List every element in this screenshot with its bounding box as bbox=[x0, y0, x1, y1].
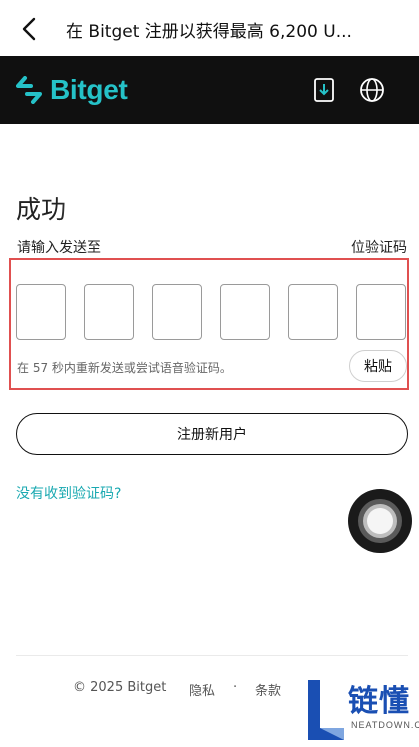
verification-code-inputs bbox=[16, 284, 408, 340]
obscured-region bbox=[72, 182, 362, 230]
obscured-email bbox=[109, 235, 354, 257]
watermark-logo-icon bbox=[308, 680, 344, 740]
code-digit-4[interactable] bbox=[220, 284, 270, 340]
back-button[interactable] bbox=[14, 14, 44, 44]
footer-separator: · bbox=[233, 680, 238, 695]
brand-header: Bitget bbox=[0, 56, 419, 124]
bitget-logo-icon bbox=[16, 76, 42, 104]
no-code-received-link[interactable]: 没有收到验证码? bbox=[16, 483, 121, 503]
watermark-text: 链懂 bbox=[348, 684, 410, 719]
logo-text: Bitget bbox=[50, 74, 128, 105]
register-new-user-button[interactable]: 注册新用户 bbox=[16, 413, 408, 455]
page-title: 在 Bitget 注册以获得最高 6,200 U... bbox=[66, 22, 352, 42]
download-app-button[interactable] bbox=[310, 76, 338, 104]
page-heading: 成功 bbox=[16, 195, 67, 224]
chevron-left-icon bbox=[22, 17, 36, 41]
code-digit-2[interactable] bbox=[84, 284, 134, 340]
footer-divider bbox=[16, 655, 408, 656]
paste-button[interactable]: 粘贴 bbox=[349, 350, 407, 382]
instruction-line: 请输入发送至 位验证码 bbox=[17, 235, 407, 257]
instruction-right: 位验证码 bbox=[351, 240, 407, 256]
code-digit-5[interactable] bbox=[288, 284, 338, 340]
globe-icon bbox=[360, 78, 384, 102]
top-nav-bar: 在 Bitget 注册以获得最高 6,200 U... bbox=[0, 0, 419, 58]
download-icon bbox=[314, 78, 334, 102]
copyright-text: © 2025 Bitget bbox=[73, 680, 167, 695]
privacy-link[interactable]: 隐私 bbox=[189, 680, 215, 699]
code-digit-3[interactable] bbox=[152, 284, 202, 340]
watermark-subtext: NEATDOWN.COM bbox=[351, 720, 419, 730]
code-digit-6[interactable] bbox=[356, 284, 406, 340]
assistive-touch-icon bbox=[348, 489, 412, 553]
language-button[interactable] bbox=[358, 76, 386, 104]
resend-countdown: 在 57 秒内重新发送或尝试语音验证码。 bbox=[17, 361, 232, 375]
code-digit-1[interactable] bbox=[16, 284, 66, 340]
terms-link[interactable]: 条款 bbox=[255, 680, 281, 699]
bitget-logo[interactable]: Bitget bbox=[16, 74, 128, 106]
site-watermark: 链懂 NEATDOWN.COM bbox=[304, 672, 419, 743]
floating-assistive-button[interactable] bbox=[348, 489, 412, 553]
instruction-left: 请输入发送至 bbox=[17, 240, 101, 256]
